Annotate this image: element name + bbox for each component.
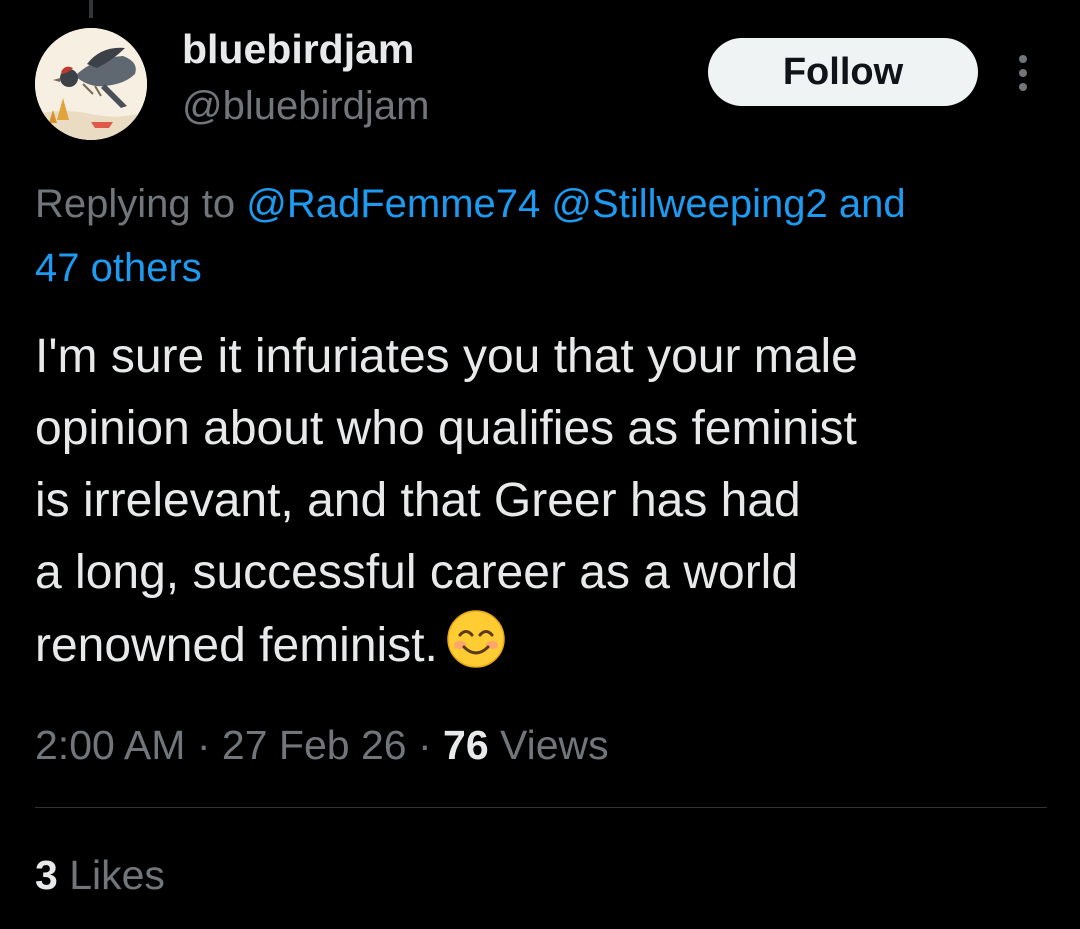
likes-link[interactable]: 3 Likes	[35, 845, 165, 905]
follow-button[interactable]: Follow	[708, 38, 978, 106]
tweet-time[interactable]: 2:00 AM	[35, 722, 185, 768]
divider	[35, 807, 1047, 808]
meta-separator: ·	[417, 722, 432, 768]
likes-label: Likes	[69, 852, 165, 898]
tweet-body: I'm sure it infuriates you that your mal…	[35, 321, 1055, 682]
more-options-button[interactable]	[1006, 50, 1040, 96]
bird-painting-avatar-icon	[35, 28, 147, 140]
likes-count: 3	[35, 852, 58, 898]
avatar[interactable]	[35, 28, 147, 140]
reply-mention-stillweeping2[interactable]: @Stillweeping2	[551, 182, 827, 226]
reply-mention-and[interactable]: and	[839, 182, 906, 226]
smiling-face-with-smiling-eyes-emoji	[447, 610, 505, 668]
reply-context: Replying to @RadFemme74 @Stillweeping2 a…	[35, 172, 1080, 300]
replying-to-label: Replying to	[35, 182, 236, 226]
tweet-date[interactable]: 27 Feb 26	[222, 722, 407, 768]
author-display-name[interactable]: bluebirdjam	[182, 26, 414, 73]
vertical-ellipsis-icon	[1019, 55, 1027, 91]
author-handle[interactable]: @bluebirdjam	[182, 84, 429, 129]
views-label: Views	[500, 722, 609, 768]
tweet-meta: 2:00 AM · 27 Feb 26 · 76 Views	[35, 715, 609, 775]
meta-separator: ·	[196, 722, 211, 768]
views-count: 76	[443, 722, 489, 768]
thread-connector-line	[89, 0, 93, 18]
reply-mention-radfemme74[interactable]: @RadFemme74	[246, 182, 540, 226]
reply-others-link[interactable]: 47 others	[35, 246, 202, 290]
